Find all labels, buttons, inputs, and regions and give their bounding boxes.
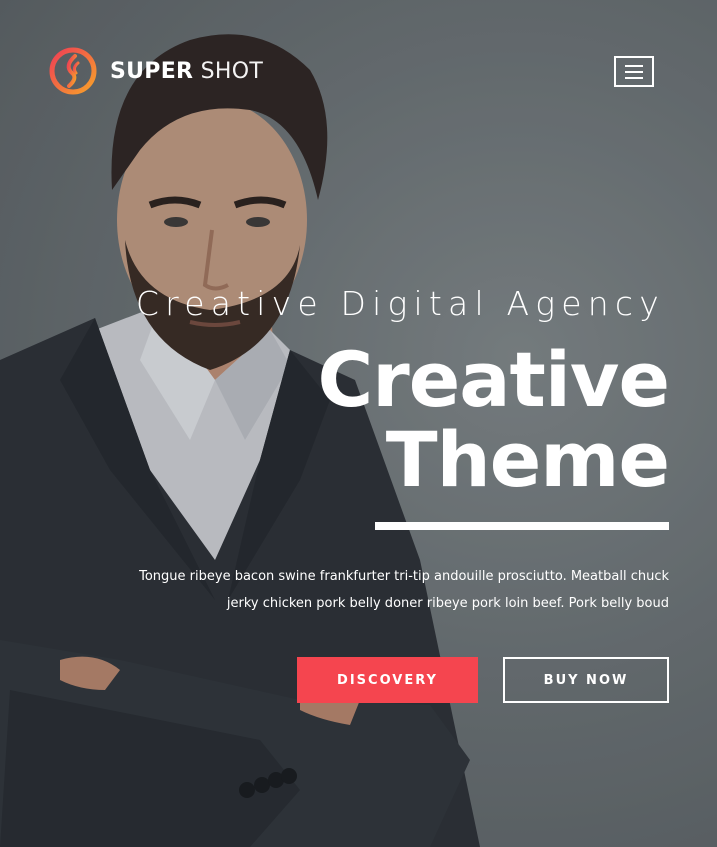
brand-logo[interactable]: SUPER SHOT <box>48 46 263 96</box>
brand-name-bold: SUPER <box>110 58 194 84</box>
brand-name-light: SHOT <box>200 58 264 84</box>
title-underline-divider <box>375 522 669 530</box>
buy-now-button[interactable]: BUY NOW <box>503 657 669 703</box>
brand-name: SUPER SHOT <box>110 59 263 84</box>
hero-subtitle: Creative Digital Agency <box>135 284 665 323</box>
hero-title-line-1: Creative <box>317 335 670 424</box>
hamburger-menu-icon-bar <box>625 76 643 79</box>
hamburger-menu-icon-bar <box>625 70 643 73</box>
hamburger-menu-button[interactable] <box>614 56 654 87</box>
hero-title-line-2: Theme <box>385 415 670 504</box>
discovery-button[interactable]: DISCOVERY <box>297 657 478 703</box>
hero-description: Tongue ribeye bacon swine frankfurter tr… <box>139 569 669 611</box>
hero-section: SUPER SHOT Creative Digital Agency Creat… <box>0 0 717 847</box>
hero-title: Creative Theme <box>317 335 670 504</box>
hamburger-menu-icon <box>625 64 643 67</box>
flame-circle-logo-icon <box>49 47 97 95</box>
